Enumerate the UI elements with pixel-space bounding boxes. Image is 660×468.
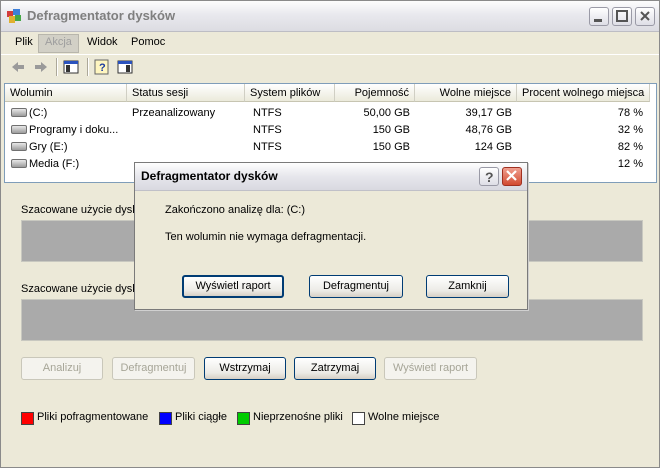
fragmented-files-label: Pliki pofragmentowane <box>37 411 149 423</box>
dialog-title: Defragmentator dysków <box>141 169 278 183</box>
dialog-title-bar[interactable]: Defragmentator dysków ? <box>135 163 527 191</box>
menu-akcja[interactable]: Akcja <box>38 34 79 53</box>
capacity-cell: 150 GB <box>372 124 410 136</box>
table-row[interactable]: Programy i doku... NTFS 150 GB 48,76 GB … <box>5 122 656 139</box>
dialog-close-button[interactable] <box>502 167 522 186</box>
question-mark-icon: ? <box>485 169 494 185</box>
free-space-label: Wolne miejsce <box>368 411 440 423</box>
menu-widok[interactable]: Widok <box>81 34 124 51</box>
volume-cell: Programy i doku... <box>10 122 128 139</box>
file-system-cell: NTFS <box>253 141 282 153</box>
unmovable-files-label: Nieprzenośne pliki <box>253 411 343 423</box>
toolbar: ? <box>1 54 659 80</box>
percent-free-cell: 32 % <box>617 124 643 136</box>
column-header-session-status[interactable]: Status sesji <box>127 84 245 102</box>
after-defrag-label: Szacowane użycie dysk <box>21 283 138 295</box>
forward-arrow-icon[interactable] <box>33 59 49 75</box>
capacity-cell: 50,00 GB <box>363 107 410 119</box>
window-title: Defragmentator dysków <box>27 8 176 23</box>
svg-text:?: ? <box>99 62 106 74</box>
analysis-complete-dialog: Defragmentator dysków ? Zakończono anali… <box>134 162 528 310</box>
file-system-cell: NTFS <box>253 107 282 119</box>
help-icon[interactable]: ? <box>94 59 110 75</box>
column-header-volume[interactable]: Wolumin <box>5 84 127 102</box>
dialog-view-report-button[interactable]: Wyświetl raport <box>182 275 284 298</box>
free-space-cell: 124 GB <box>474 141 512 153</box>
minimize-icon <box>594 19 602 22</box>
volume-cell: (C:) <box>10 105 128 122</box>
properties-pane-icon[interactable] <box>117 59 133 75</box>
column-header-percent-free[interactable]: Procent wolnego miejsca <box>517 84 650 102</box>
percent-free-cell: 78 % <box>617 107 643 119</box>
contiguous-files-swatch <box>159 412 172 425</box>
hard-drive-icon <box>11 124 27 134</box>
dialog-message-recommendation: Ten wolumin nie wymaga defragmentacji. <box>165 231 367 243</box>
column-header-free-space[interactable]: Wolne miejsce <box>415 84 517 102</box>
table-row[interactable]: Gry (E:) NTFS 150 GB 124 GB 82 % <box>5 139 656 156</box>
menu-plik[interactable]: Plik <box>9 34 39 51</box>
capacity-cell: 150 GB <box>372 141 410 153</box>
maximize-button[interactable] <box>612 7 632 26</box>
defragment-button[interactable]: Defragmentuj <box>112 357 195 380</box>
menu-pomoc[interactable]: Pomoc <box>125 34 171 51</box>
analyze-button[interactable]: Analizuj <box>21 357 103 380</box>
percent-free-cell: 12 % <box>617 158 643 170</box>
close-icon <box>506 170 517 181</box>
pause-button[interactable]: Wstrzymaj <box>204 357 286 380</box>
close-window-button[interactable] <box>635 7 655 26</box>
free-space-cell: 39,17 GB <box>465 107 512 119</box>
contiguous-files-label: Pliki ciągłe <box>175 411 227 423</box>
menu-bar: Plik Akcja Widok Pomoc <box>1 32 659 53</box>
toolbar-separator <box>87 58 89 76</box>
stop-button[interactable]: Zatrzymaj <box>294 357 376 380</box>
column-header-capacity[interactable]: Pojemność <box>335 84 415 102</box>
svg-text:?: ? <box>485 169 494 185</box>
free-space-swatch <box>352 412 365 425</box>
dialog-close-text-button[interactable]: Zamknij <box>426 275 509 298</box>
status-cell: Przeanalizowany <box>132 107 216 119</box>
table-row[interactable]: (C:) Przeanalizowany NTFS 50,00 GB 39,17… <box>5 105 656 122</box>
file-system-cell: NTFS <box>253 124 282 136</box>
show-hide-console-tree-icon[interactable] <box>63 59 79 75</box>
free-space-cell: 48,76 GB <box>465 124 512 136</box>
main-window: Defragmentator dysków Plik Akcja Widok P… <box>0 0 660 468</box>
column-header-file-system[interactable]: System plików <box>245 84 335 102</box>
maximize-icon <box>616 10 628 22</box>
dialog-defragment-button[interactable]: Defragmentuj <box>309 275 403 298</box>
close-icon <box>640 11 650 21</box>
percent-free-cell: 82 % <box>617 141 643 153</box>
unmovable-files-swatch <box>237 412 250 425</box>
volume-cell: Media (F:) <box>10 156 128 173</box>
back-arrow-icon[interactable] <box>10 59 26 75</box>
dialog-help-button[interactable]: ? <box>479 167 499 186</box>
hard-drive-icon <box>11 141 27 151</box>
view-report-button[interactable]: Wyświetl raport <box>384 357 477 380</box>
fragmented-files-swatch <box>21 412 34 425</box>
minimize-button[interactable] <box>589 7 609 26</box>
before-defrag-label: Szacowane użycie dysk <box>21 204 138 216</box>
defragmenter-app-icon <box>7 9 21 23</box>
dialog-message-analysis: Zakończono analizę dla: (C:) <box>165 204 306 216</box>
hard-drive-icon <box>11 158 27 168</box>
toolbar-separator <box>56 58 58 76</box>
title-bar[interactable]: Defragmentator dysków <box>1 1 659 32</box>
hard-drive-icon <box>11 107 27 117</box>
volume-cell: Gry (E:) <box>10 139 128 156</box>
status-cell <box>132 122 244 139</box>
status-cell <box>132 139 244 156</box>
